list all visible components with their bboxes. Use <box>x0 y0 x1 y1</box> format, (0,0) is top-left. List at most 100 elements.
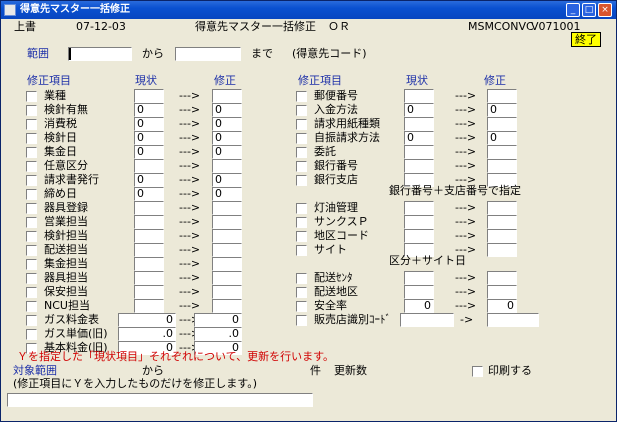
row-left-6-current-field[interactable]: 0 <box>134 173 164 187</box>
row-right-2-modify-field[interactable] <box>487 117 517 131</box>
row-left-15-select-checkbox[interactable] <box>26 301 37 312</box>
row-right-3-select-checkbox[interactable] <box>296 133 307 144</box>
row-right-11-select-checkbox[interactable] <box>296 273 307 284</box>
row-left-6-modify-field[interactable]: 0 <box>212 173 242 187</box>
row-left-17-modify-field[interactable]: .0 <box>194 327 242 341</box>
row-left-14-modify-field[interactable] <box>212 285 242 299</box>
row-right-7-select-checkbox[interactable] <box>296 203 307 214</box>
row-right-10-modify-field[interactable] <box>487 243 517 257</box>
row-left-15-current-field[interactable] <box>134 299 164 313</box>
row-right-11-modify-field[interactable] <box>487 271 517 285</box>
row-right-14-modify-field[interactable] <box>487 313 539 327</box>
row-right-2-select-checkbox[interactable] <box>296 119 307 130</box>
row-right-0-current-field[interactable] <box>404 89 434 103</box>
row-right-0-modify-field[interactable] <box>487 89 517 103</box>
row-left-11-modify-field[interactable] <box>212 243 242 257</box>
row-right-1-current-field[interactable]: 0 <box>404 103 434 117</box>
row-left-2-current-field[interactable]: 0 <box>134 117 164 131</box>
row-right-4-select-checkbox[interactable] <box>296 147 307 158</box>
row-left-14-current-field[interactable] <box>134 285 164 299</box>
row-left-13-select-checkbox[interactable] <box>26 273 37 284</box>
row-left-10-modify-field[interactable] <box>212 229 242 243</box>
row-right-11-current-field[interactable] <box>404 271 434 285</box>
row-left-16-modify-field[interactable]: 0 <box>194 313 242 327</box>
row-left-17-current-field[interactable]: .0 <box>118 327 176 341</box>
row-right-12-select-checkbox[interactable] <box>296 287 307 298</box>
range-to-input[interactable] <box>175 47 241 61</box>
row-right-5-current-field[interactable] <box>404 159 434 173</box>
row-left-11-current-field[interactable] <box>134 243 164 257</box>
row-left-1-current-field[interactable]: 0 <box>134 103 164 117</box>
row-right-14-current-field[interactable] <box>400 313 454 327</box>
range-from-input[interactable] <box>68 47 132 61</box>
row-left-13-current-field[interactable] <box>134 271 164 285</box>
row-left-10-select-checkbox[interactable] <box>26 231 37 242</box>
row-right-8-current-field[interactable] <box>404 215 434 229</box>
row-right-9-current-field[interactable] <box>404 229 434 243</box>
row-left-1-select-checkbox[interactable] <box>26 105 37 116</box>
row-right-9-modify-field[interactable] <box>487 229 517 243</box>
maximize-button[interactable]: □ <box>582 3 596 17</box>
row-left-12-modify-field[interactable] <box>212 257 242 271</box>
row-left-5-select-checkbox[interactable] <box>26 161 37 172</box>
row-left-3-select-checkbox[interactable] <box>26 133 37 144</box>
row-left-4-current-field[interactable]: 0 <box>134 145 164 159</box>
row-left-9-modify-field[interactable] <box>212 215 242 229</box>
row-right-12-modify-field[interactable] <box>487 285 517 299</box>
row-left-14-select-checkbox[interactable] <box>26 287 37 298</box>
row-left-0-modify-field[interactable] <box>212 89 242 103</box>
row-right-4-modify-field[interactable] <box>487 145 517 159</box>
row-left-8-current-field[interactable] <box>134 201 164 215</box>
exit-button[interactable]: 終了 <box>571 32 601 47</box>
row-left-6-select-checkbox[interactable] <box>26 175 37 186</box>
row-right-13-modify-field[interactable]: 0 <box>487 299 517 313</box>
row-right-13-select-checkbox[interactable] <box>296 301 307 312</box>
row-right-8-select-checkbox[interactable] <box>296 217 307 228</box>
row-left-8-modify-field[interactable] <box>212 201 242 215</box>
row-right-5-select-checkbox[interactable] <box>296 161 307 172</box>
status-message-field[interactable] <box>7 393 313 407</box>
row-right-9-select-checkbox[interactable] <box>296 231 307 242</box>
row-left-10-current-field[interactable] <box>134 229 164 243</box>
row-left-4-modify-field[interactable]: 0 <box>212 145 242 159</box>
row-left-7-current-field[interactable]: 0 <box>134 187 164 201</box>
row-left-2-modify-field[interactable]: 0 <box>212 117 242 131</box>
row-left-1-modify-field[interactable]: 0 <box>212 103 242 117</box>
row-right-10-select-checkbox[interactable] <box>296 245 307 256</box>
row-left-7-modify-field[interactable]: 0 <box>212 187 242 201</box>
row-right-7-current-field[interactable] <box>404 201 434 215</box>
row-left-15-modify-field[interactable] <box>212 299 242 313</box>
row-right-7-modify-field[interactable] <box>487 201 517 215</box>
row-right-3-current-field[interactable]: 0 <box>404 131 434 145</box>
row-right-5-modify-field[interactable] <box>487 159 517 173</box>
row-right-6-select-checkbox[interactable] <box>296 175 307 186</box>
row-right-2-current-field[interactable] <box>404 117 434 131</box>
row-left-9-current-field[interactable] <box>134 215 164 229</box>
row-left-11-select-checkbox[interactable] <box>26 245 37 256</box>
row-left-0-current-field[interactable] <box>134 89 164 103</box>
row-right-12-current-field[interactable] <box>404 285 434 299</box>
row-left-9-select-checkbox[interactable] <box>26 217 37 228</box>
row-left-3-modify-field[interactable]: 0 <box>212 131 242 145</box>
close-button[interactable]: × <box>598 3 612 17</box>
row-right-0-select-checkbox[interactable] <box>296 91 307 102</box>
row-left-7-select-checkbox[interactable] <box>26 189 37 200</box>
row-right-3-modify-field[interactable]: 0 <box>487 131 517 145</box>
row-right-4-current-field[interactable] <box>404 145 434 159</box>
title-bar[interactable]: 得意先マスター一括修正 _ □ × <box>1 1 616 19</box>
row-left-12-current-field[interactable] <box>134 257 164 271</box>
row-left-5-current-field[interactable] <box>134 159 164 173</box>
row-right-1-select-checkbox[interactable] <box>296 105 307 116</box>
minimize-button[interactable]: _ <box>566 3 580 17</box>
row-right-1-modify-field[interactable]: 0 <box>487 103 517 117</box>
row-left-16-select-checkbox[interactable] <box>26 315 37 326</box>
row-left-3-current-field[interactable]: 0 <box>134 131 164 145</box>
row-left-8-select-checkbox[interactable] <box>26 203 37 214</box>
row-left-17-select-checkbox[interactable] <box>26 329 37 340</box>
row-left-2-select-checkbox[interactable] <box>26 119 37 130</box>
row-right-13-current-field[interactable]: 0 <box>404 299 434 313</box>
row-left-16-current-field[interactable]: 0 <box>118 313 176 327</box>
row-right-8-modify-field[interactable] <box>487 215 517 229</box>
row-left-13-modify-field[interactable] <box>212 271 242 285</box>
row-left-12-select-checkbox[interactable] <box>26 259 37 270</box>
